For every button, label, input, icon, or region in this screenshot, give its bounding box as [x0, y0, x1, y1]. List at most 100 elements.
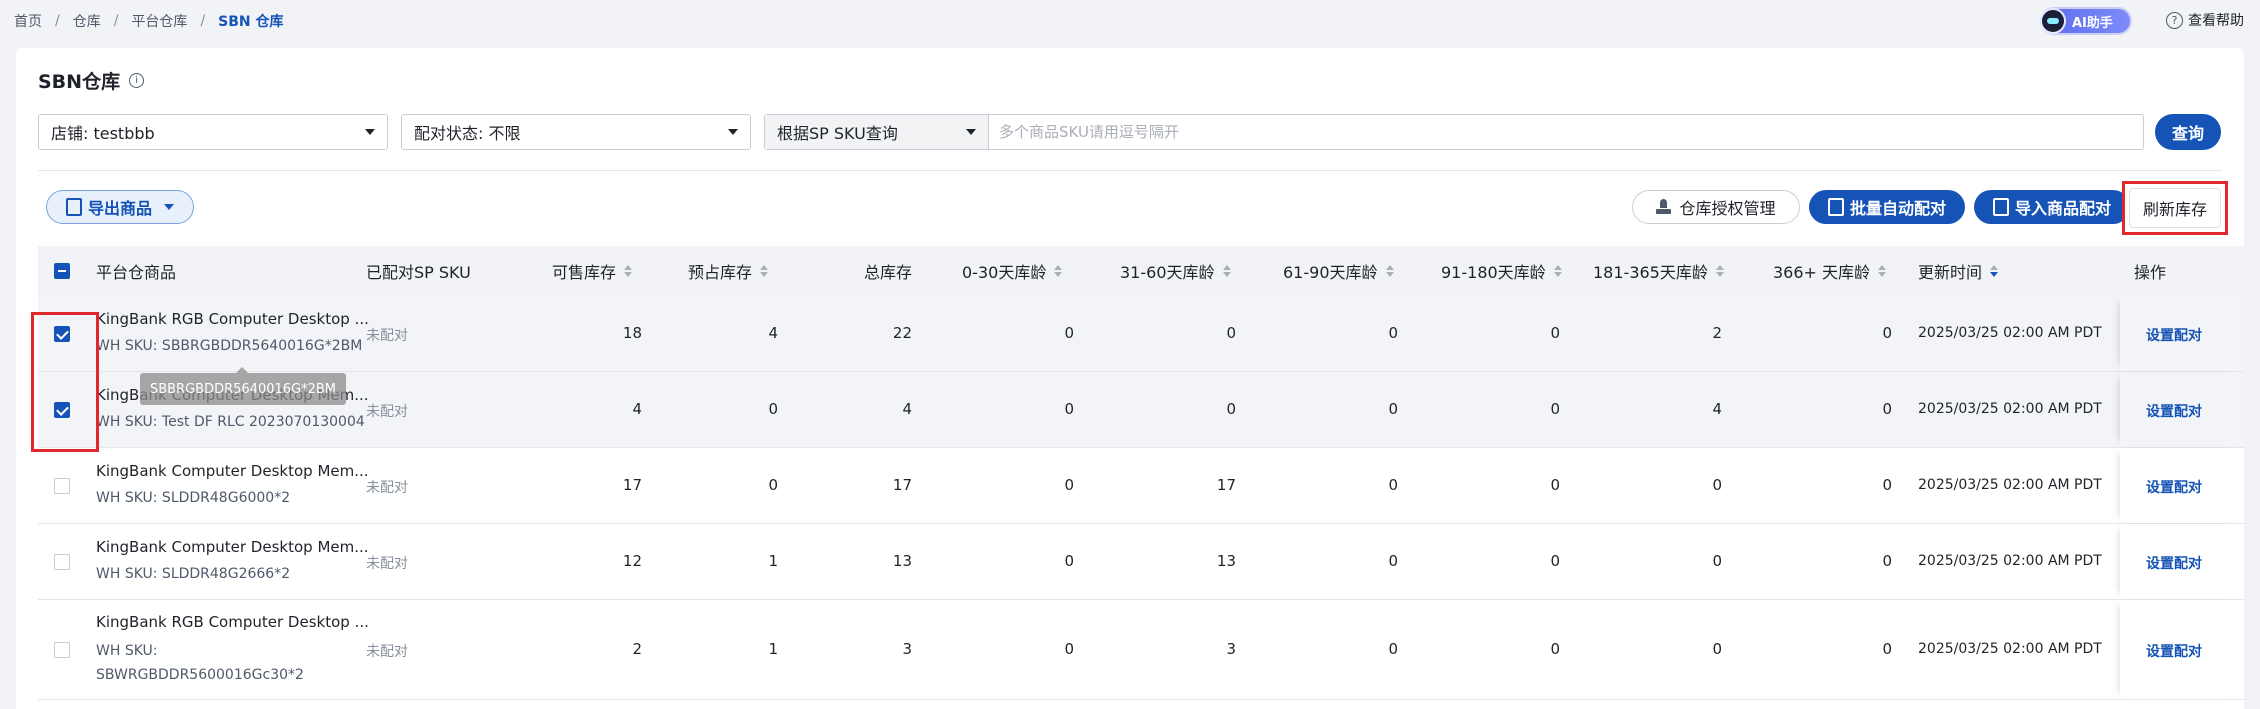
- row-checkbox[interactable]: [54, 554, 70, 570]
- import-icon: [1992, 198, 2009, 216]
- sku-tooltip: SBBRGBDDR5640016G*2BM: [140, 367, 346, 405]
- col-age-91-180[interactable]: 91-180天库龄: [1441, 246, 1562, 296]
- refresh-inventory-button[interactable]: 刷新库存: [2129, 188, 2221, 228]
- warehouse-auth-button[interactable]: 仓库授权管理: [1632, 190, 1800, 224]
- col-updated[interactable]: 更新时间: [1918, 246, 1999, 296]
- match-status-select[interactable]: 配对状态: 不限: [401, 114, 751, 150]
- col-age-181-365[interactable]: 181-365天库龄: [1593, 246, 1724, 296]
- cell-reserved: 0: [768, 400, 778, 418]
- wh-sku: WH SKU: Test DF RLC 2023070130004: [96, 414, 365, 430]
- cell-total: 4: [902, 400, 912, 418]
- cell-sellable: 4: [632, 400, 642, 418]
- col-age-0-30[interactable]: 0-30天库龄: [962, 246, 1063, 296]
- col-age-366[interactable]: 366+ 天库龄: [1773, 246, 1887, 296]
- top-bar: 首页 / 仓库 / 平台仓库 / SBN 仓库 AI助手 ? 查看帮助: [0, 0, 2260, 40]
- cell-a31-60: 13: [1216, 552, 1236, 570]
- table-row[interactable]: KingBank Computer Desktop Mem... WH SKU: …: [38, 524, 2244, 600]
- breadcrumb-separator: /: [113, 13, 119, 29]
- import-label: 导入商品配对: [2014, 199, 2111, 218]
- product-name[interactable]: KingBank Computer Desktop Mem...: [96, 538, 369, 556]
- table-row[interactable]: KingBank RGB Computer Desktop ... WH SKU:…: [38, 600, 2244, 700]
- col-age-31-60[interactable]: 31-60天库龄: [1120, 246, 1231, 296]
- product-name[interactable]: KingBank RGB Computer Desktop ...: [96, 613, 369, 631]
- set-match-link[interactable]: 设置配对: [2146, 477, 2202, 497]
- matched-sku-status: 未配对: [366, 404, 408, 420]
- breadcrumb-platform-warehouse[interactable]: 平台仓库: [131, 11, 187, 31]
- col-age-61-90[interactable]: 61-90天库龄: [1283, 246, 1394, 296]
- cell-a91-180: 0: [1550, 324, 1560, 342]
- set-match-link[interactable]: 设置配对: [2146, 401, 2202, 421]
- sort-icon: [1715, 265, 1724, 277]
- breadcrumb-warehouse[interactable]: 仓库: [73, 11, 101, 31]
- product-name[interactable]: KingBank RGB Computer Desktop ...: [96, 310, 369, 328]
- cell-total: 13: [892, 552, 912, 570]
- col-matched-sku: 已配对SP SKU: [366, 263, 471, 282]
- import-match-button[interactable]: 导入商品配对: [1974, 190, 2130, 224]
- set-match-link[interactable]: 设置配对: [2146, 325, 2202, 345]
- caret-down-icon: [728, 129, 738, 135]
- wh-sku: WH SKU:: [96, 643, 158, 659]
- cell-a181-365: 0: [1712, 476, 1722, 494]
- breadcrumb-home[interactable]: 首页: [14, 11, 42, 31]
- table-row[interactable]: KingBank RGB Computer Desktop ... WH SKU:…: [38, 296, 2244, 372]
- wh-sku: WH SKU: SLDDR48G2666*2: [96, 566, 291, 582]
- shop-select[interactable]: 店铺: testbbb: [38, 114, 388, 150]
- auth-label: 仓库授权管理: [1679, 199, 1776, 218]
- col-age-61-90-label: 61-90天库龄: [1283, 263, 1378, 282]
- col-reserved[interactable]: 预占库存: [688, 246, 769, 296]
- refresh-highlight-box: 刷新库存: [2122, 181, 2228, 235]
- page-title-text: SBN仓库: [38, 71, 121, 93]
- matched-sku-status: 未配对: [366, 644, 408, 660]
- col-age-91-180-label: 91-180天库龄: [1441, 263, 1546, 282]
- cell-a31-60: 17: [1216, 476, 1236, 494]
- row-checkbox[interactable]: [54, 478, 70, 494]
- batch-auto-match-button[interactable]: 批量自动配对: [1809, 190, 1965, 224]
- help-link[interactable]: ? 查看帮助: [2166, 10, 2244, 30]
- updated-time: 2025/03/25 02:00 AM PDT: [1918, 641, 2102, 657]
- shop-select-value: 店铺: testbbb: [51, 124, 155, 143]
- cell-a91-180: 0: [1550, 400, 1560, 418]
- cell-a366: 0: [1882, 552, 1892, 570]
- cell-a31-60: 0: [1226, 400, 1236, 418]
- table-header: 平台仓商品 已配对SP SKU 可售库存 预占库存 总库存 0-30天库龄 31…: [38, 246, 2244, 296]
- ai-assistant-label: AI助手: [2072, 15, 2113, 31]
- select-all-checkbox[interactable]: [54, 263, 70, 279]
- sort-icon: [1990, 265, 1999, 277]
- sku-search-input[interactable]: [989, 115, 2143, 149]
- search-type-select[interactable]: 根据SP SKU查询: [765, 115, 989, 149]
- wh-sku: WH SKU: SLDDR48G6000*2: [96, 490, 291, 506]
- table-row[interactable]: KingBank Computer Desktop Mem...WH SKU: …: [38, 372, 2244, 448]
- cell-reserved: 1: [768, 640, 778, 658]
- wh-sku-continued: SBWRGBDDR5600016Gc30*2: [96, 667, 304, 683]
- table-row[interactable]: KingBank Computer Desktop Mem... WH SKU: …: [38, 448, 2244, 524]
- cell-a91-180: 0: [1550, 552, 1560, 570]
- batch-icon: [1827, 198, 1844, 216]
- search-type-value: 根据SP SKU查询: [777, 124, 898, 143]
- col-sellable-label: 可售库存: [552, 263, 617, 282]
- info-icon[interactable]: i: [129, 73, 145, 88]
- product-name[interactable]: KingBank Computer Desktop Mem...: [96, 462, 369, 480]
- sort-icon: [1385, 265, 1394, 277]
- sort-icon: [760, 265, 769, 277]
- cell-a61-90: 0: [1388, 640, 1398, 658]
- cell-a366: 0: [1882, 324, 1892, 342]
- refresh-label: 刷新库存: [2142, 200, 2207, 219]
- cell-total: 22: [892, 324, 912, 342]
- set-match-link[interactable]: 设置配对: [2146, 641, 2202, 661]
- ai-assistant-button[interactable]: AI助手: [2040, 7, 2132, 35]
- matched-sku-status: 未配对: [366, 556, 408, 572]
- question-icon: ?: [2166, 11, 2183, 29]
- breadcrumb-separator: /: [200, 13, 206, 29]
- col-age-181-365-label: 181-365天库龄: [1593, 263, 1708, 282]
- set-match-link[interactable]: 设置配对: [2146, 553, 2202, 573]
- query-button[interactable]: 查询: [2155, 114, 2221, 150]
- col-updated-label: 更新时间: [1918, 263, 1983, 282]
- row-checkbox[interactable]: [54, 642, 70, 658]
- col-age-0-30-label: 0-30天库龄: [962, 263, 1047, 282]
- export-products-button[interactable]: 导出商品: [46, 190, 194, 224]
- updated-time: 2025/03/25 02:00 AM PDT: [1918, 325, 2102, 341]
- cell-sellable: 12: [622, 552, 642, 570]
- col-sellable[interactable]: 可售库存: [552, 246, 633, 296]
- sort-icon: [1054, 265, 1063, 277]
- cell-sellable: 18: [622, 324, 642, 342]
